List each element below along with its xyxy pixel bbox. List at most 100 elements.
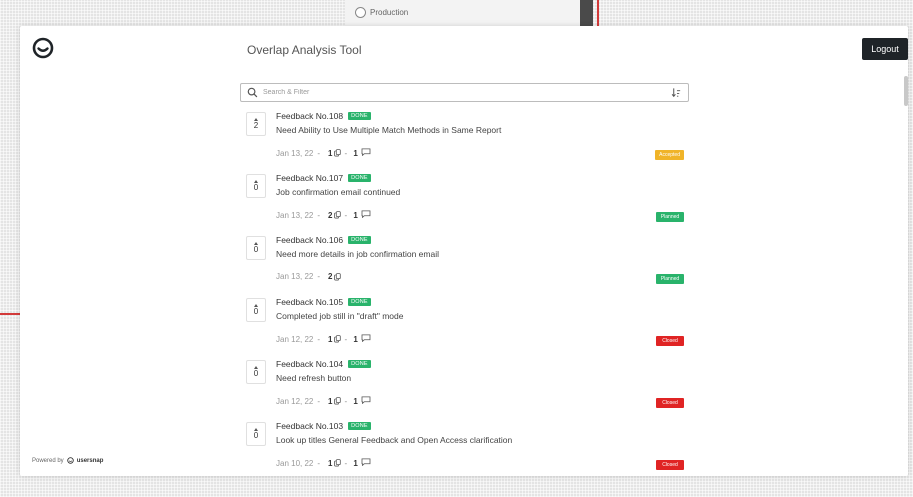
powered-by[interactable]: Powered by usersnap [32,457,103,464]
attachment-icon [333,397,341,405]
scrollbar[interactable] [904,76,908,106]
meta-separator: - [344,397,348,406]
comment-count: 1 [353,397,358,406]
comment-icon [361,334,371,343]
feedback-header: Feedback No.106 DONE [276,235,371,245]
feedback-number[interactable]: Feedback No.106 [276,235,343,245]
done-badge: DONE [348,422,371,430]
meta-separator: - [317,458,321,468]
comment-count: 1 [353,149,358,158]
feedback-meta: Jan 13, 22 - 2 - [276,272,341,281]
comment-part: - 1 [341,334,372,344]
vote-count: 0 [253,431,259,440]
attachment-icon [333,149,341,157]
feedback-number[interactable]: Feedback No.104 [276,359,343,369]
comment-part: - 1 [341,458,372,468]
vote-count: 0 [253,307,259,316]
done-badge: DONE [348,236,371,244]
status-badge: Closed [656,336,684,346]
vote-button[interactable]: 0 [246,236,266,260]
feedback-number[interactable]: Feedback No.108 [276,111,343,121]
feedback-meta: Jan 13, 22 - 1 - 1 [276,148,371,158]
logout-button[interactable]: Logout [862,38,908,60]
feedback-number[interactable]: Feedback No.107 [276,173,343,183]
comment-count: 1 [353,211,358,220]
attachment-count: 1 [328,148,333,158]
vote-button[interactable]: 0 [246,298,266,322]
done-badge: DONE [348,112,371,120]
feedback-title[interactable]: Completed job still in "draft" mode [276,311,403,321]
status-badge: Planned [656,212,684,222]
vote-button[interactable]: 0 [246,360,266,384]
feedback-meta: Jan 13, 22 - 2 - 1 [276,210,371,220]
feedback-date: Jan 13, 22 [276,148,314,158]
feedback-number[interactable]: Feedback No.105 [276,297,343,307]
feedback-list: 2 Feedback No.108 DONE Need Ability to U… [246,111,684,476]
feedback-item[interactable]: 2 Feedback No.108 DONE Need Ability to U… [246,111,684,173]
search-bar[interactable] [240,83,689,102]
attachment-count: 2 [328,210,333,220]
header: Overlap Analysis Tool Logout [20,26,908,72]
feedback-item[interactable]: 0 Feedback No.103 DONE Look up titles Ge… [246,421,684,476]
meta-separator: - [344,149,348,158]
vote-button[interactable]: 2 [246,112,266,136]
feedback-title[interactable]: Look up titles General Feedback and Open… [276,435,512,445]
comment-icon [361,210,371,219]
feedback-item[interactable]: 0 Feedback No.107 DONE Job confirmation … [246,173,684,235]
feedback-title[interactable]: Job confirmation email continued [276,187,400,197]
feedback-number[interactable]: Feedback No.103 [276,421,343,431]
sort-icon[interactable] [671,87,682,98]
comment-icon [361,458,371,467]
comment-icon [361,148,371,157]
feedback-header: Feedback No.107 DONE [276,173,371,183]
feedback-header: Feedback No.105 DONE [276,297,371,307]
feedback-date: Jan 12, 22 [276,396,314,406]
comment-count: 1 [353,459,358,468]
meta-separator: - [317,272,321,281]
page-title: Overlap Analysis Tool [247,43,362,57]
feedback-item[interactable]: 0 Feedback No.104 DONE Need refresh butt… [246,359,684,421]
meta-separator: - [344,211,348,220]
feedback-item[interactable]: 0 Feedback No.105 DONE Completed job sti… [246,297,684,359]
done-badge: DONE [348,298,371,306]
done-badge: DONE [348,174,371,182]
feedback-date: Jan 12, 22 [276,334,314,344]
feedback-title[interactable]: Need Ability to Use Multiple Match Metho… [276,125,501,135]
attachment-count: 2 [328,272,333,281]
environment-option: Production [355,7,408,18]
environment-label: Production [370,8,409,17]
vote-button[interactable]: 0 [246,422,266,446]
brand-name: usersnap [76,457,104,464]
feedback-date: Jan 13, 22 [276,272,314,281]
attachment-count: 1 [328,334,333,344]
vote-count: 0 [253,183,259,192]
meta-separator: - [317,210,321,220]
vote-count: 0 [253,245,259,254]
meta-separator: - [317,148,321,158]
vote-button[interactable]: 0 [246,174,266,198]
done-badge: DONE [348,360,371,368]
feedback-meta: Jan 10, 22 - 1 - 1 [276,458,371,468]
feedback-window: Overlap Analysis Tool Logout 2 Feedback … [20,26,908,476]
search-input[interactable] [263,89,671,96]
feedback-meta: Jan 12, 22 - 1 - 1 [276,396,371,406]
attachment-count: 1 [328,458,333,468]
logo-icon [32,37,54,59]
comment-icon [361,396,371,405]
comment-part: - 1 [341,148,372,158]
feedback-header: Feedback No.108 DONE [276,111,371,121]
feedback-title[interactable]: Need more details in job confirmation em… [276,249,439,259]
comment-part: - 1 [341,396,372,406]
meta-separator: - [317,334,321,344]
attachment-icon [333,272,341,280]
feedback-title[interactable]: Need refresh button [276,373,351,383]
attachment-icon [333,211,341,219]
feedback-header: Feedback No.104 DONE [276,359,371,369]
feedback-date: Jan 13, 22 [276,210,314,220]
background-divider [0,313,20,315]
comment-count: 1 [353,335,358,344]
status-badge: Accepted [655,150,684,160]
feedback-item[interactable]: 0 Feedback No.106 DONE Need more details… [246,235,684,297]
attachment-icon [333,335,341,343]
usersnap-logo-icon [66,457,74,464]
